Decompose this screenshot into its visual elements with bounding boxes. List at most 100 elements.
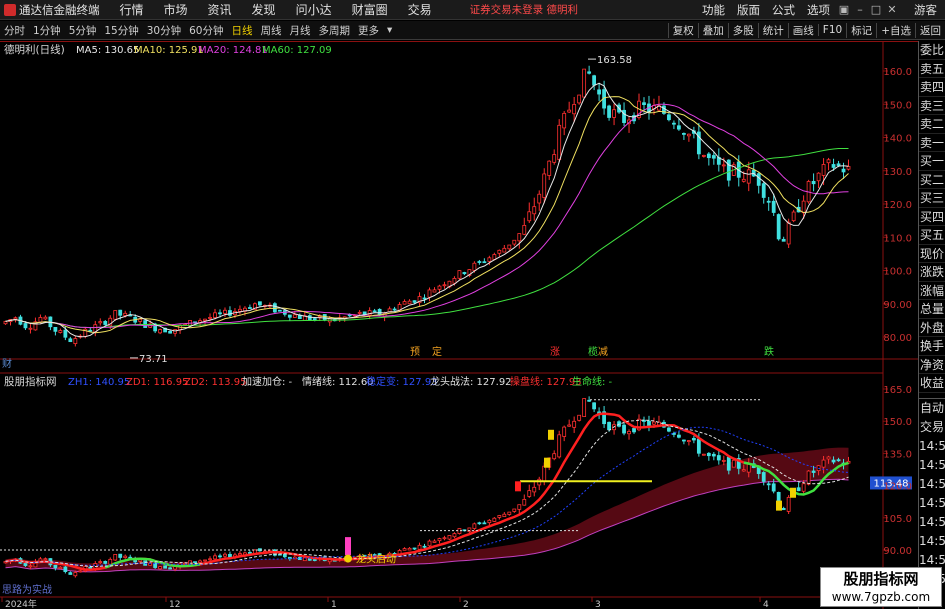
ind-y-tick-label: 135.0 [883, 449, 912, 460]
main-candle-chart[interactable] [3, 65, 851, 347]
ind-candle-body [492, 517, 497, 522]
ind-candle-body [731, 459, 736, 468]
side-item-2[interactable]: 14:56 [919, 494, 945, 513]
dragon-start-icon [344, 554, 352, 563]
side-item[interactable]: 卖五 [919, 60, 945, 78]
main-candle-body [607, 105, 611, 118]
side-item-2[interactable]: 14:56 [919, 513, 945, 532]
tool-f10[interactable]: F10 [817, 24, 846, 36]
side-item[interactable]: 涨跌 [919, 263, 945, 282]
ind-candle-body [98, 561, 103, 563]
signal-label: 预 [410, 346, 420, 358]
skin-icon[interactable]: ▣ [836, 3, 852, 16]
period-daily[interactable]: 日线 [228, 23, 257, 38]
maximize-icon[interactable]: □ [868, 3, 884, 16]
main-candle-body [612, 109, 616, 118]
side-item[interactable]: 买二 [919, 171, 945, 189]
menu-item-xuanxiang[interactable]: 选项 [801, 2, 836, 18]
main-candle-body [223, 309, 227, 314]
guest-label[interactable]: 游客 [900, 2, 945, 18]
main-candle-body [412, 300, 417, 303]
main-candle-body [138, 318, 143, 322]
y-tick-label: 120.0 [883, 200, 912, 211]
side-item[interactable]: 买三 [919, 189, 945, 208]
tool-fuquan[interactable]: 复权 [667, 22, 698, 38]
more-dropdown-icon[interactable]: ▾ [383, 24, 396, 36]
period-1min[interactable]: 1分钟 [29, 23, 65, 38]
main-candle-body [113, 310, 118, 320]
side-item[interactable]: 换手 [919, 337, 945, 356]
side-item[interactable]: 卖三 [919, 97, 945, 115]
chart-canvas[interactable]: 160.0 150.0 140.0 130.0 120.0 110.0 100.0 90.00… [0, 41, 918, 609]
side-item-2[interactable]: 14:56 [919, 475, 945, 494]
period-5min[interactable]: 5分钟 [65, 23, 101, 38]
period-15min[interactable]: 15分钟 [100, 23, 142, 38]
tool-tongji[interactable]: 统计 [757, 22, 788, 38]
menu-item-wenxiaoda[interactable]: 问小达 [286, 1, 342, 18]
menu-item-banmian[interactable]: 版面 [731, 2, 766, 18]
ind-candle-body [592, 402, 597, 410]
menu-item-faxian[interactable]: 发现 [242, 1, 286, 18]
side-item-2[interactable]: 自动 [919, 399, 945, 418]
side-item[interactable]: 收益 [919, 374, 945, 393]
main-candle-body [537, 193, 542, 204]
side-item[interactable]: 涨幅 [919, 282, 945, 300]
side-item[interactable]: 买四 [919, 208, 945, 226]
side-item-2[interactable]: 交易 [919, 418, 945, 437]
menu-item-caifuquan[interactable]: 财富圈 [342, 1, 398, 18]
ind-candle-body [821, 459, 826, 468]
ind-candle-body [188, 560, 192, 565]
menu-item-gongneng[interactable]: 功能 [696, 2, 731, 18]
ind-candle-body [412, 547, 417, 550]
tool-biaoji[interactable]: 标记 [846, 22, 876, 38]
side-item[interactable]: 外盘 [919, 319, 945, 337]
side-item[interactable]: 买一 [919, 152, 945, 171]
side-item[interactable]: 买五 [919, 226, 945, 245]
login-notice[interactable]: 证券交易未登录 德明利 [470, 2, 578, 17]
indicator-chart[interactable] [0, 396, 912, 578]
side-item[interactable]: 净资 [919, 356, 945, 374]
main-candle-body [442, 284, 447, 287]
tool-duogu[interactable]: 多股 [727, 22, 758, 38]
tool-huaxian[interactable]: 画线 [787, 22, 818, 38]
main-candle-body [213, 312, 217, 318]
period-toolbar: 分时 1分钟 5分钟 15分钟 30分钟 60分钟 日线 周线 月线 多周期 更… [0, 21, 945, 40]
menu-item-jiaoyi[interactable]: 交易 [398, 1, 442, 18]
period-30min[interactable]: 30分钟 [143, 23, 185, 38]
main-candle-body [826, 159, 831, 164]
period-monthly[interactable]: 月线 [286, 23, 315, 38]
tool-diejia[interactable]: 叠加 [697, 22, 728, 38]
close-icon[interactable]: ✕ [884, 3, 900, 16]
main-candle-body [287, 314, 292, 318]
tool-back[interactable]: 返回 [915, 22, 945, 38]
minimize-icon[interactable]: – [852, 3, 868, 16]
period-multi[interactable]: 多周期 [315, 23, 355, 38]
main-candle-body [672, 122, 676, 125]
tool-add-watchlist[interactable]: +自选 [876, 22, 915, 38]
period-more[interactable]: 更多 [354, 23, 383, 38]
side-item[interactable]: 总量 [919, 300, 945, 319]
main-candle-body [507, 244, 512, 250]
x-tick-label: 3 [595, 600, 601, 609]
side-item[interactable]: 现价 [919, 245, 945, 263]
main-candle-body [462, 272, 467, 275]
main-candle-body [98, 321, 103, 324]
menu-item-zixun[interactable]: 资讯 [198, 1, 242, 18]
side-item[interactable]: 卖二 [919, 115, 945, 134]
period-fenshi[interactable]: 分时 [0, 23, 29, 38]
side-item-2[interactable]: 14:56 [919, 532, 945, 551]
ind-candle-body [218, 555, 222, 558]
main-candle-body [292, 314, 297, 318]
menu-item-shichang[interactable]: 市场 [154, 1, 198, 18]
side-item[interactable]: 委比 [919, 41, 945, 60]
period-weekly[interactable]: 周线 [257, 23, 286, 38]
side-item[interactable]: 卖四 [919, 78, 945, 97]
main-candle-body [322, 314, 327, 321]
side-item-2[interactable]: 14:56 [919, 437, 945, 456]
period-60min[interactable]: 60分钟 [185, 23, 227, 38]
side-item-2[interactable]: 14:56 [919, 456, 945, 475]
main-candle-body [677, 125, 681, 130]
side-item[interactable]: 卖一 [919, 134, 945, 152]
menu-item-hangqing[interactable]: 行情 [110, 1, 154, 18]
menu-item-gongshi[interactable]: 公式 [766, 2, 801, 18]
